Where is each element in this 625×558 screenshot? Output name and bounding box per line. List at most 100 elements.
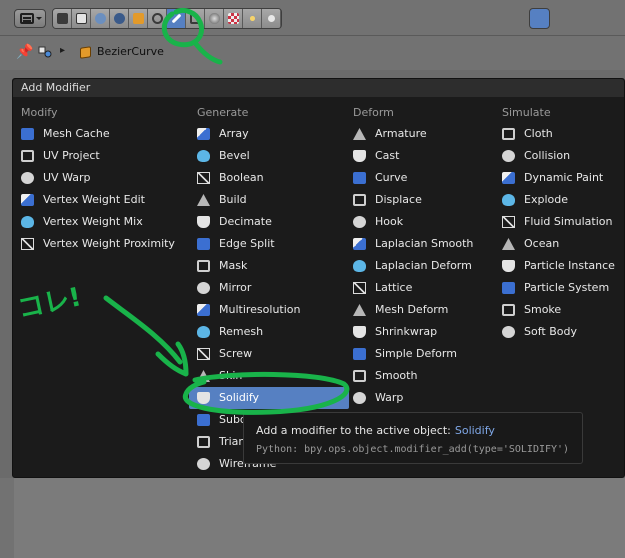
- curve-object-icon: [80, 46, 91, 59]
- editor-type-button[interactable]: [14, 9, 46, 28]
- menu-item-label: Vertex Weight Edit: [43, 193, 145, 206]
- tab-render-layers[interactable]: [72, 9, 91, 28]
- menu-item-label: Explode: [524, 193, 568, 206]
- menu-item-label: UV Project: [43, 149, 100, 162]
- menu-item-bevel[interactable]: Bevel: [189, 145, 349, 167]
- menu-item-laplacian-deform[interactable]: Laplacian Deform: [345, 255, 505, 277]
- menu-item-array[interactable]: Array: [189, 123, 349, 145]
- modifier-icon: [502, 150, 515, 162]
- menu-item-mesh-cache[interactable]: Mesh Cache: [13, 123, 173, 145]
- menu-item-displace[interactable]: Displace: [345, 189, 505, 211]
- modifier-icon: [197, 348, 210, 360]
- menu-item-screw[interactable]: Screw: [189, 343, 349, 365]
- menu-item-skin[interactable]: Skin: [189, 365, 349, 387]
- menu-item-curve[interactable]: Curve: [345, 167, 505, 189]
- menu-item-vertex-weight-edit[interactable]: Vertex Weight Edit: [13, 189, 173, 211]
- menu-item-label: Array: [219, 127, 249, 140]
- menu-item-label: Soft Body: [524, 325, 577, 338]
- menu-item-explode[interactable]: Explode: [494, 189, 625, 211]
- breadcrumb: 📌 ▸ BezierCurve: [0, 36, 625, 70]
- modifier-icon: [353, 348, 366, 360]
- menu-item-lattice[interactable]: Lattice: [345, 277, 505, 299]
- menu-item-mesh-deform[interactable]: Mesh Deform: [345, 299, 505, 321]
- material-icon: [209, 13, 220, 24]
- menu-item-label: Particle Instance: [524, 259, 615, 272]
- menu-item-label: Decimate: [219, 215, 272, 228]
- menu-item-vertex-weight-mix[interactable]: Vertex Weight Mix: [13, 211, 173, 233]
- menu-item-cast[interactable]: Cast: [345, 145, 505, 167]
- tab-modifiers[interactable]: [167, 9, 186, 28]
- modifier-icon: [197, 370, 210, 382]
- tab-object[interactable]: [129, 9, 148, 28]
- modifier-icon: [197, 414, 210, 426]
- tab-constraints[interactable]: [148, 9, 167, 28]
- menu-item-label: Laplacian Deform: [375, 259, 472, 272]
- scene-icon: [95, 13, 106, 24]
- menu-item-laplacian-smooth[interactable]: Laplacian Smooth: [345, 233, 505, 255]
- menu-item-label: Screw: [219, 347, 253, 360]
- modifier-icon: [502, 304, 515, 316]
- menu-item-vertex-weight-proximity[interactable]: Vertex Weight Proximity: [13, 233, 175, 255]
- menu-item-cloth[interactable]: Cloth: [494, 123, 625, 145]
- menu-item-ocean[interactable]: Ocean: [494, 233, 625, 255]
- modifier-icon: [197, 172, 210, 184]
- modifier-icon: [502, 128, 515, 140]
- modifier-icon: [353, 282, 366, 294]
- menu-item-multiresolution[interactable]: Multiresolution: [189, 299, 349, 321]
- menu-item-edge-split[interactable]: Edge Split: [189, 233, 349, 255]
- pin-icon[interactable]: 📌: [16, 44, 33, 60]
- tooltip: Add a modifier to the active object: Soli…: [243, 412, 583, 464]
- modifier-icon: [502, 260, 515, 272]
- menu-item-soft-body[interactable]: Soft Body: [494, 321, 625, 343]
- menu-item-particle-system[interactable]: Particle System: [494, 277, 625, 299]
- menu-item-particle-instance[interactable]: Particle Instance: [494, 255, 625, 277]
- modifier-icon: [353, 370, 366, 382]
- menu-item-fluid-simulation[interactable]: Fluid Simulation: [494, 211, 625, 233]
- properties-panel-bg: [0, 478, 625, 558]
- tab-data[interactable]: [186, 9, 205, 28]
- menu-item-remesh[interactable]: Remesh: [189, 321, 349, 343]
- menu-item-boolean[interactable]: Boolean: [189, 167, 349, 189]
- menu-item-smooth[interactable]: Smooth: [345, 365, 505, 387]
- menu-item-warp[interactable]: Warp: [345, 387, 505, 409]
- menu-item-simple-deform[interactable]: Simple Deform: [345, 343, 505, 365]
- tab-extra[interactable]: [529, 8, 550, 29]
- menu-item-shrinkwrap[interactable]: Shrinkwrap: [345, 321, 505, 343]
- menu-item-solidify[interactable]: Solidify: [189, 387, 349, 409]
- menu-item-uv-project[interactable]: UV Project: [13, 145, 173, 167]
- modifier-icon: [197, 238, 210, 250]
- panel-strip: [14, 478, 625, 558]
- menu-item-label: Smooth: [375, 369, 418, 382]
- menu-item-hook[interactable]: Hook: [345, 211, 505, 233]
- menu-title: Add Modifier: [13, 79, 624, 97]
- properties-header: [0, 0, 625, 36]
- modifier-icon: [197, 326, 210, 338]
- menu-item-label: Vertex Weight Proximity: [43, 237, 175, 250]
- menu-item-mask[interactable]: Mask: [189, 255, 349, 277]
- tab-texture[interactable]: [224, 9, 243, 28]
- tab-scene[interactable]: [91, 9, 110, 28]
- modifier-icon: [502, 282, 515, 294]
- modifier-icon: [353, 172, 366, 184]
- modifier-icon: [353, 392, 366, 404]
- menu-item-label: Build: [219, 193, 247, 206]
- menu-item-dynamic-paint[interactable]: Dynamic Paint: [494, 167, 625, 189]
- menu-column-simulate: Simulate Cloth Collision Dynamic Paint Explo…: [494, 103, 625, 343]
- menu-item-armature[interactable]: Armature: [345, 123, 505, 145]
- menu-item-collision[interactable]: Collision: [494, 145, 625, 167]
- tab-physics[interactable]: [262, 9, 281, 28]
- tab-material[interactable]: [205, 9, 224, 28]
- tab-particles[interactable]: [243, 9, 262, 28]
- texture-icon: [228, 13, 239, 24]
- menu-column-deform: Deform Armature Cast Curve Displace Hook Lapla…: [345, 103, 505, 409]
- tab-world[interactable]: [110, 9, 129, 28]
- menu-item-decimate[interactable]: Decimate: [189, 211, 349, 233]
- menu-item-mirror[interactable]: Mirror: [189, 277, 349, 299]
- tab-render[interactable]: [53, 9, 72, 28]
- menu-item-smoke[interactable]: Smoke: [494, 299, 625, 321]
- menu-item-uv-warp[interactable]: UV Warp: [13, 167, 173, 189]
- menu-item-build[interactable]: Build: [189, 189, 349, 211]
- menu-column-heading: Generate: [197, 106, 249, 119]
- physics-icon: [268, 15, 275, 22]
- modifier-icon: [21, 150, 34, 162]
